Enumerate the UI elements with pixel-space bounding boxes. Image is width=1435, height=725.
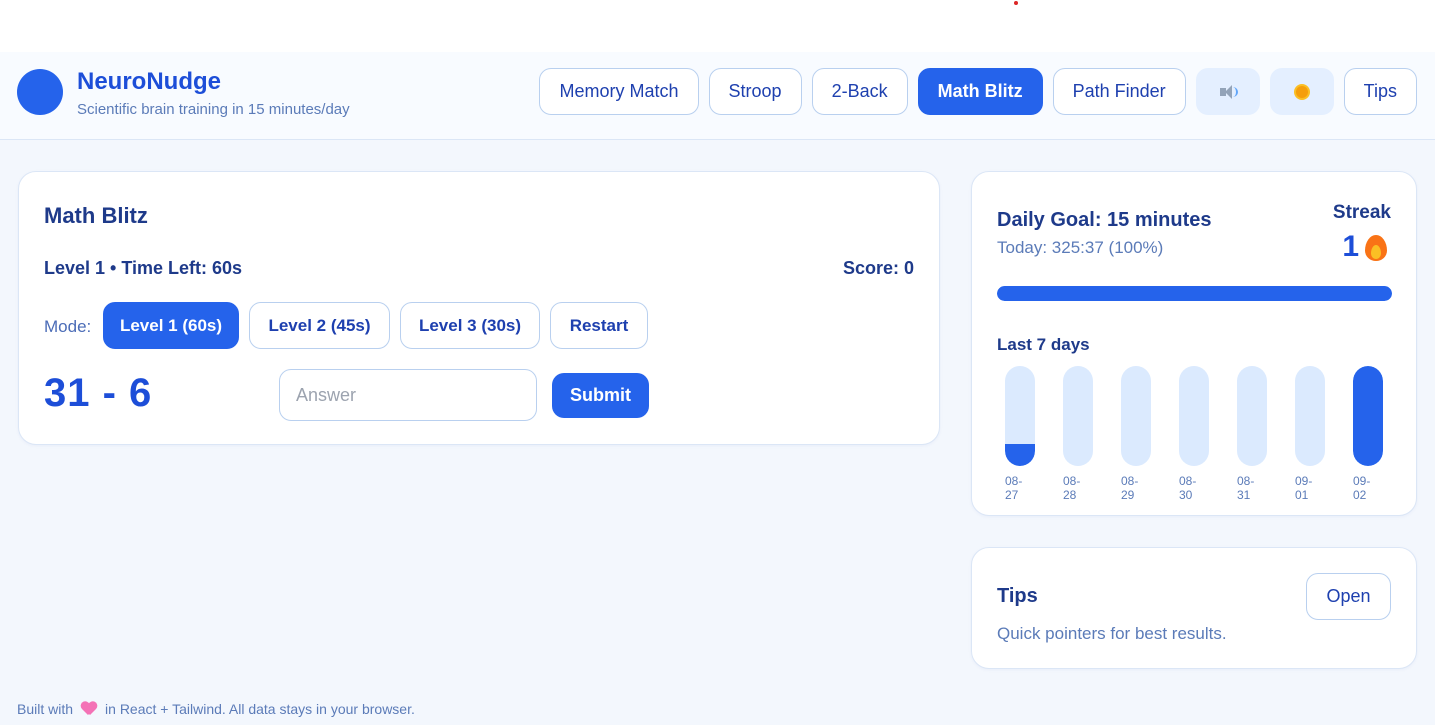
day-bar-column: 09-01 <box>1295 366 1325 502</box>
mode-level-2-button[interactable]: Level 2 (45s) <box>249 302 390 349</box>
day-bar-label: 08-29 <box>1121 474 1139 502</box>
submit-button[interactable]: Submit <box>552 373 649 418</box>
day-bar-column: 09-02 <box>1353 366 1383 502</box>
nav-2-back-button[interactable]: 2-Back <box>811 68 908 115</box>
day-bar-label: 08-28 <box>1063 474 1081 502</box>
daily-progress-fill <box>997 286 1392 301</box>
app-subtitle: Scientific brain training in 15 minutes/… <box>77 101 350 118</box>
tips-open-button[interactable]: Open <box>1306 573 1391 620</box>
streak-display: 1 <box>1342 230 1387 264</box>
math-problem: 31 - 6 <box>44 371 153 415</box>
day-bar-column: 08-31 <box>1237 366 1267 502</box>
last-7-days-label: Last 7 days <box>997 335 1090 354</box>
streak-label: Streak <box>1332 202 1391 223</box>
game-card: Math Blitz Level 1 • Time Left: 60s Scor… <box>18 171 940 445</box>
day-bar-label: 09-01 <box>1295 474 1313 502</box>
nav-math-blitz-button[interactable]: Math Blitz <box>917 68 1043 115</box>
day-bar-label: 08-27 <box>1005 474 1023 502</box>
tips-title: Tips <box>997 585 1038 607</box>
tips-description: Quick pointers for best results. <box>997 624 1227 643</box>
answer-input[interactable] <box>279 369 537 421</box>
nav-memory-match-button[interactable]: Memory Match <box>539 68 699 115</box>
app-header: NeuroNudge Scientific brain training in … <box>0 52 1435 140</box>
sun-icon <box>1292 82 1312 102</box>
sound-toggle-button[interactable] <box>1195 68 1260 115</box>
daily-goal-card: Daily Goal: 15 minutes Today: 325:37 (10… <box>971 171 1417 516</box>
today-progress-text: Today: 325:37 (100%) <box>997 238 1164 257</box>
mode-level-1-button[interactable]: Level 1 (60s) <box>103 302 239 349</box>
day-bar-label: 09-02 <box>1353 474 1371 502</box>
flame-icon <box>1365 232 1387 262</box>
nav-stroop-button[interactable]: Stroop <box>708 68 802 115</box>
day-bar-column: 08-30 <box>1179 366 1209 502</box>
day-bar-column: 08-28 <box>1063 366 1093 502</box>
footer-text-after: in React + Tailwind. All data stays in y… <box>105 701 415 717</box>
daily-goal-title: Daily Goal: 15 minutes <box>997 209 1212 231</box>
theme-toggle-button[interactable] <box>1269 68 1334 115</box>
footer-text-before: Built with <box>17 701 74 717</box>
day-bar-track <box>1063 366 1093 466</box>
day-bar-fill <box>1005 444 1035 466</box>
day-bar-track <box>1353 366 1383 466</box>
game-title: Math Blitz <box>44 203 148 228</box>
day-bar-column: 08-27 <box>1005 366 1035 502</box>
day-bar-column: 08-29 <box>1121 366 1151 502</box>
streak-count: 1 <box>1342 230 1359 263</box>
mode-label: Mode: <box>44 317 92 336</box>
level-time-info: Level 1 • Time Left: 60s <box>44 258 243 278</box>
restart-button[interactable]: Restart <box>550 302 648 349</box>
footer: Built with in React + Tailwind. All data… <box>17 701 415 717</box>
logo <box>17 69 63 115</box>
day-bar-label: 08-30 <box>1179 474 1197 502</box>
tips-card: Tips Quick pointers for best results. Op… <box>971 547 1417 669</box>
day-bar-fill <box>1353 366 1383 466</box>
nav-path-finder-button[interactable]: Path Finder <box>1052 68 1186 115</box>
day-bar-track <box>1237 366 1267 466</box>
heart-icon <box>81 702 97 716</box>
nav-tips-button[interactable]: Tips <box>1343 68 1417 115</box>
daily-progress-bar <box>997 286 1392 301</box>
last-7-days-chart: 08-27 08-28 08-29 08-30 08-31 09-01 09-02 <box>1005 366 1383 502</box>
day-bar-label: 08-31 <box>1237 474 1255 502</box>
top-strip <box>0 0 1435 52</box>
day-bar-track <box>1179 366 1209 466</box>
cursor-dot <box>1014 1 1018 5</box>
app-title: NeuroNudge <box>77 68 221 95</box>
day-bar-track <box>1121 366 1151 466</box>
day-bar-track <box>1295 366 1325 466</box>
mode-level-3-button[interactable]: Level 3 (30s) <box>400 302 540 349</box>
speaker-icon <box>1218 84 1238 100</box>
day-bar-track <box>1005 366 1035 466</box>
score: Score: 0 <box>842 258 914 278</box>
game-nav: Memory Match Stroop 2-Back Math Blitz Pa… <box>539 68 1417 115</box>
